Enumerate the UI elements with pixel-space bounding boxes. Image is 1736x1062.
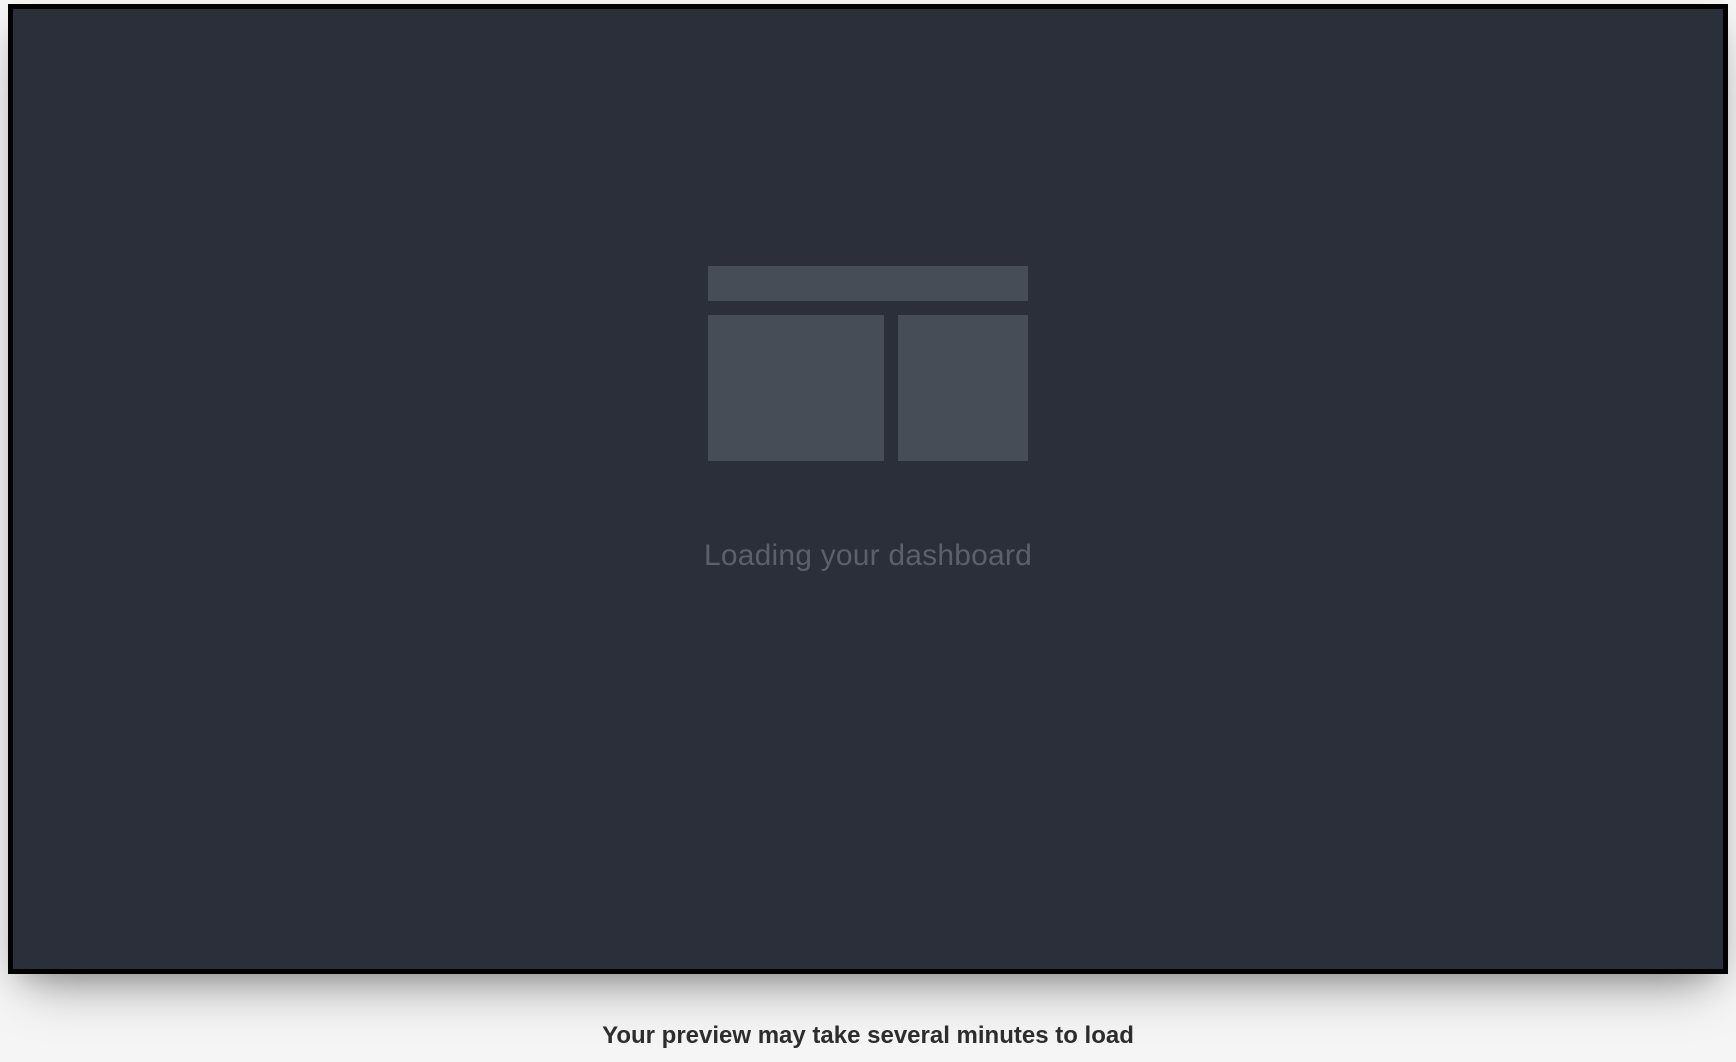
skeleton-block-left bbox=[708, 315, 884, 461]
preview-frame: Loading your dashboard bbox=[8, 4, 1728, 974]
skeleton-bottom-row bbox=[708, 315, 1028, 461]
dashboard-skeleton-icon bbox=[708, 266, 1028, 461]
preview-delay-note: Your preview may take several minutes to… bbox=[602, 1022, 1134, 1050]
loading-indicator: Loading your dashboard bbox=[704, 266, 1032, 573]
loading-text: Loading your dashboard bbox=[704, 539, 1032, 573]
skeleton-bar-top bbox=[708, 266, 1028, 301]
skeleton-block-right bbox=[898, 315, 1028, 461]
